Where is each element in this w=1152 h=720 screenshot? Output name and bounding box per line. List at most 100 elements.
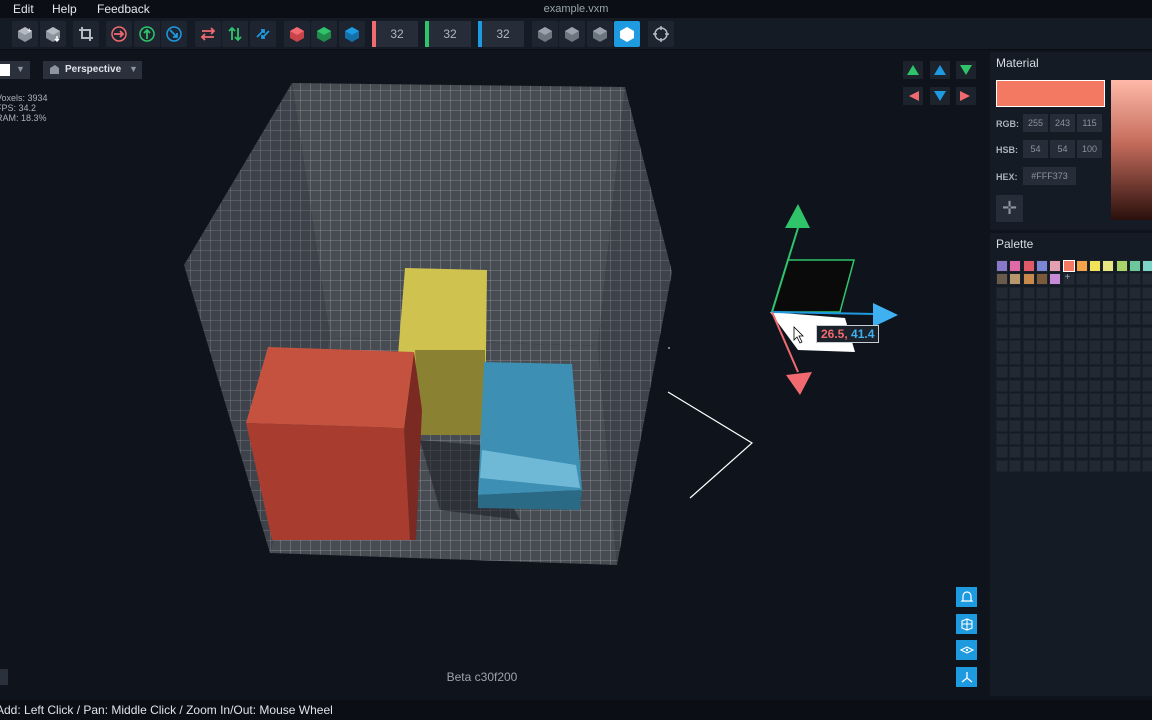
dimension-z-field[interactable]: 32 [478, 21, 524, 47]
new-cube-button[interactable]: + [12, 21, 38, 47]
palette-cell[interactable] [1075, 459, 1088, 472]
palette-cell[interactable] [1142, 379, 1152, 392]
palette-cell[interactable] [1022, 379, 1035, 392]
palette-cell[interactable] [1022, 393, 1035, 405]
camera-down-blue-button[interactable] [930, 87, 950, 105]
palette-cell[interactable] [1089, 353, 1102, 366]
palette-cell[interactable] [1142, 353, 1152, 366]
flip-x-button[interactable] [195, 21, 221, 47]
palette-cell[interactable] [1035, 459, 1048, 472]
palette-cell[interactable] [1009, 286, 1022, 299]
palette-cell[interactable] [1102, 432, 1115, 445]
flip-z-button[interactable] [250, 21, 276, 47]
palette-cell[interactable] [1129, 379, 1141, 392]
palette-cell[interactable] [996, 326, 1008, 339]
menu-feedback[interactable]: Feedback [97, 2, 150, 16]
palette-cell[interactable] [996, 339, 1008, 352]
palette-cell[interactable] [1089, 313, 1102, 326]
palette-cell[interactable] [1035, 326, 1048, 339]
palette-cell[interactable] [1049, 353, 1062, 366]
palette-cell[interactable] [996, 432, 1008, 445]
palette-cell[interactable] [1102, 393, 1115, 405]
palette-cell[interactable] [1049, 366, 1062, 379]
palette-cell[interactable] [1142, 419, 1152, 432]
palette-cell[interactable] [1009, 432, 1022, 445]
palette-cell[interactable] [1102, 260, 1115, 272]
palette-cell[interactable] [1022, 313, 1035, 326]
palette-cell[interactable] [1022, 446, 1035, 459]
rotate-z-button[interactable] [339, 21, 365, 47]
palette-cell[interactable] [1102, 313, 1115, 326]
view-mode-dropdown[interactable]: Perspective ▼ [43, 61, 142, 79]
palette-cell[interactable] [1129, 286, 1141, 299]
palette-cell[interactable] [1089, 459, 1102, 472]
crop-button[interactable] [73, 21, 99, 47]
hsb-h-field[interactable]: 54 [1023, 140, 1048, 158]
rgb-r-field[interactable]: 255 [1023, 114, 1048, 132]
palette-cell[interactable] [1022, 353, 1035, 366]
palette-cell[interactable] [1049, 446, 1062, 459]
palette-cell[interactable] [1075, 273, 1088, 286]
palette-cell[interactable] [1129, 326, 1141, 339]
palette-cell[interactable] [1022, 366, 1035, 379]
palette-cell[interactable] [996, 286, 1008, 299]
palette-cell[interactable] [1035, 299, 1048, 312]
palette-cell[interactable] [1129, 459, 1141, 472]
palette-cell[interactable] [1115, 419, 1128, 432]
palette-cell[interactable] [1035, 419, 1048, 432]
view-cube-3-button[interactable] [587, 21, 613, 47]
palette-cell[interactable] [1035, 353, 1048, 366]
palette-cell[interactable] [1049, 299, 1062, 312]
palette-cell[interactable] [1062, 313, 1075, 326]
palette-cell[interactable] [1115, 286, 1128, 299]
palette-cell[interactable] [1075, 393, 1088, 405]
viewport[interactable]: ▼ Perspective ▼ Voxels: 3934 FPS: 34.2 R… [0, 50, 984, 696]
palette-cell[interactable] [1009, 299, 1022, 312]
palette-cell[interactable] [1102, 339, 1115, 352]
rgb-b-field[interactable]: 115 [1077, 114, 1102, 132]
palette-cell[interactable] [1009, 446, 1022, 459]
palette-cell[interactable] [1062, 459, 1075, 472]
palette-cell[interactable] [1035, 393, 1048, 405]
palette-cell[interactable] [1049, 459, 1062, 472]
palette-cell[interactable] [1009, 313, 1022, 326]
palette-cell[interactable] [1129, 432, 1141, 445]
gizmo-y-arrow[interactable] [785, 204, 810, 228]
palette-cell[interactable] [1129, 406, 1141, 419]
palette-cell[interactable] [1089, 446, 1102, 459]
palette-cell[interactable] [1049, 393, 1062, 405]
palette-cell[interactable] [1089, 339, 1102, 352]
palette-cell[interactable] [1049, 339, 1062, 352]
palette-cell[interactable] [1129, 260, 1141, 272]
bell-button[interactable] [956, 587, 977, 607]
palette-cell[interactable] [1009, 379, 1022, 392]
palette-cell[interactable] [1115, 393, 1128, 405]
palette-cell[interactable] [1075, 366, 1088, 379]
palette-cell[interactable] [1115, 432, 1128, 445]
flip-y-button[interactable] [222, 21, 248, 47]
palette-cell[interactable] [1075, 299, 1088, 312]
palette-cell[interactable] [1102, 419, 1115, 432]
material-color-swatch[interactable] [996, 80, 1105, 107]
palette-cell[interactable] [1142, 273, 1152, 286]
palette-cell[interactable] [1075, 406, 1088, 419]
palette-cell[interactable] [1115, 260, 1128, 272]
palette-cell[interactable] [1062, 366, 1075, 379]
palette-cell[interactable] [1089, 326, 1102, 339]
palette-cell[interactable] [1129, 299, 1141, 312]
palette-cell[interactable] [1062, 299, 1075, 312]
palette-cell[interactable] [1075, 313, 1088, 326]
palette-cell[interactable] [1075, 432, 1088, 445]
palette-cell[interactable] [1075, 260, 1088, 272]
palette-cell[interactable] [1142, 393, 1152, 405]
palette-cell[interactable] [1089, 273, 1102, 286]
palette-cell[interactable] [996, 393, 1008, 405]
palette-cell[interactable] [1089, 379, 1102, 392]
palette-cell[interactable] [1049, 273, 1062, 286]
palette-cell[interactable] [996, 366, 1008, 379]
palette-cell[interactable] [1062, 419, 1075, 432]
palette-cell[interactable] [996, 419, 1008, 432]
hex-field[interactable]: #FFF373 [1023, 167, 1076, 185]
add-material-button[interactable]: ✛ [996, 195, 1023, 222]
camera-up-green-button[interactable] [903, 61, 923, 79]
